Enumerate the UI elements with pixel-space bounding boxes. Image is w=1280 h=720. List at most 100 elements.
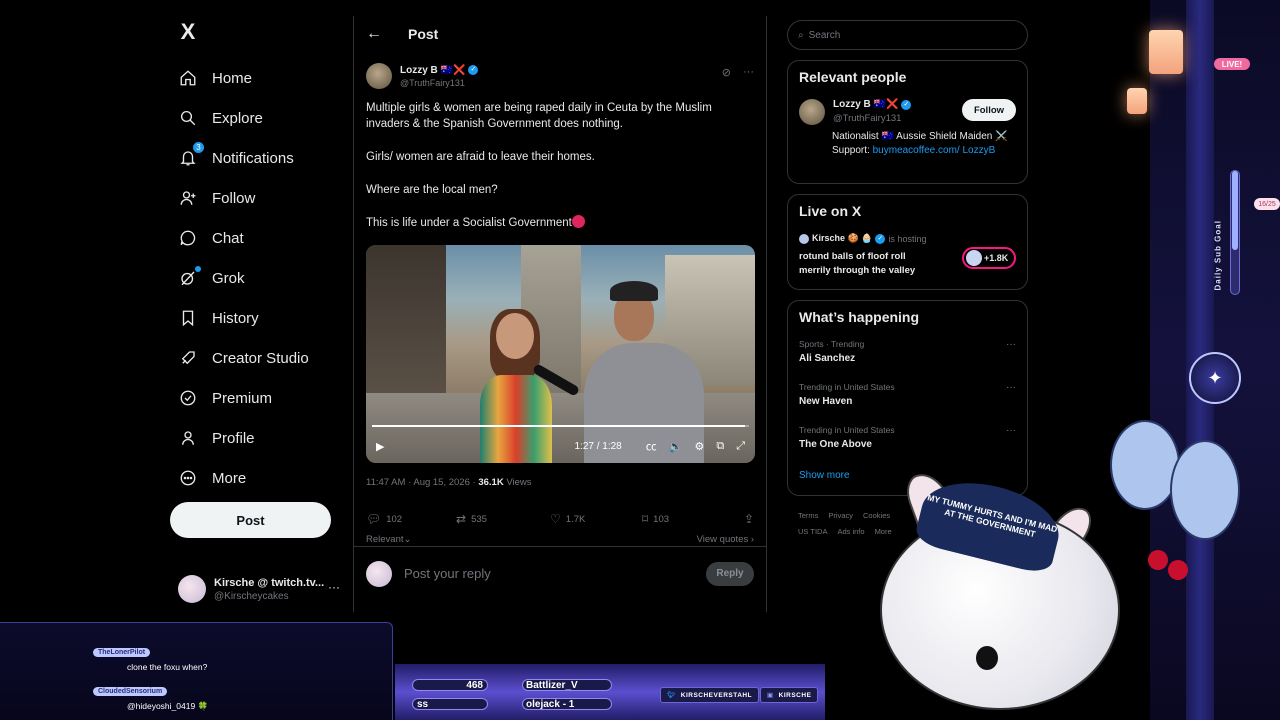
video-player[interactable]: ▶ 1:27 / 1:28 ㏄ 🔈 ⚙ ⧉ ⤢ <box>366 245 755 463</box>
nav-profile[interactable]: Profile <box>170 418 350 458</box>
more-icon[interactable]: ··· <box>328 580 340 594</box>
sub-goal-fill <box>1232 171 1238 250</box>
repost-button[interactable]: ⇄ 535 <box>456 512 550 526</box>
volume-icon[interactable]: 🔈 <box>669 440 683 453</box>
relevant-people-card: Relevant people Lozzy B 🇦🇺❌ ✓ @TruthFairy… <box>787 60 1028 184</box>
more-circle-icon <box>178 468 198 488</box>
more-icon[interactable]: ··· <box>1006 382 1016 393</box>
nav-profile-label: Profile <box>212 429 255 447</box>
footer-link[interactable]: Terms <box>798 511 818 520</box>
settings-icon[interactable]: ⚙ <box>694 440 704 453</box>
chat-username: CloudedSensorium <box>93 687 168 696</box>
tweet-paragraph: This is life under a Socialist Governmen… <box>366 217 572 229</box>
search-placeholder: Search <box>808 29 841 41</box>
follow-button[interactable]: Follow <box>962 99 1016 121</box>
reply-input[interactable]: Post your reply <box>404 566 491 581</box>
share-icon[interactable]: ⇪ <box>744 512 754 526</box>
video-progress-bar[interactable] <box>372 425 749 427</box>
reply-submit-button[interactable]: Reply <box>706 561 754 586</box>
avatar <box>178 575 206 603</box>
play-icon[interactable]: ▶ <box>376 440 384 453</box>
cherry-icon <box>1168 560 1188 580</box>
author-handle[interactable]: @TruthFairy131 <box>400 78 478 88</box>
tweet-text: Multiple girls & women are being raped d… <box>366 100 754 231</box>
tweet-author: Lozzy B 🇦🇺❌ ✓ @TruthFairy131 ⊘ ··· <box>366 60 754 92</box>
live-hosting-label: is hosting <box>888 233 927 244</box>
views-label: Views <box>503 477 532 488</box>
bookmark-button[interactable]: ⌑ 103 <box>642 512 732 526</box>
sub-goal-count: 16/25 <box>1254 198 1280 210</box>
more-icon[interactable]: ··· <box>743 66 754 79</box>
x-logo-icon[interactable]: X <box>170 14 206 50</box>
nav-history-label: History <box>212 309 259 327</box>
footer-link[interactable]: Ads info <box>837 527 864 536</box>
twitter-bird-icon: 🐦︎ <box>667 692 676 699</box>
listener-count: +1.8K <box>984 253 1009 263</box>
reply-button[interactable]: 💬︎ 102 <box>366 512 456 526</box>
back-arrow-icon[interactable]: ← <box>366 25 382 43</box>
chevron-down-icon: ⌄ <box>403 534 412 545</box>
video-time: 1:27 / 1:28 <box>574 440 622 452</box>
views-count: 36.1K <box>478 477 504 488</box>
account-name: Kirsche @ twitch.tv... <box>214 576 325 589</box>
nav-explore[interactable]: Explore <box>170 98 350 138</box>
person-avatar[interactable] <box>799 99 825 125</box>
tweet-top-actions: ⊘ ··· <box>722 66 754 79</box>
author-avatar[interactable] <box>366 63 392 89</box>
sort-dropdown[interactable]: Relevant <box>366 534 404 545</box>
nav-creator-studio[interactable]: Creator Studio <box>170 338 350 378</box>
person-row[interactable]: Lozzy B 🇦🇺❌ ✓ @TruthFairy131 Follow <box>799 99 1016 125</box>
overlay-stat: Battlizer_V <box>522 679 612 691</box>
tweet-timestamp[interactable]: 11:47 AM · Aug 15, 2026 · <box>366 477 478 488</box>
vtuber-mascot: MY TUMMY HURTS AND I'M MAD AT THE GOVERN… <box>880 420 1240 720</box>
trend-name: New Haven <box>799 396 853 407</box>
nav-home[interactable]: Home <box>170 58 350 98</box>
post-button[interactable]: Post <box>170 502 331 538</box>
home-icon <box>178 68 198 88</box>
person-name[interactable]: Lozzy B 🇦🇺❌ <box>833 99 898 110</box>
person-plus-icon <box>178 188 198 208</box>
nav-notifications[interactable]: 3 Notifications <box>170 138 350 178</box>
nav-explore-label: Explore <box>212 109 263 127</box>
nav-history[interactable]: History <box>170 298 350 338</box>
host-avatar <box>799 233 809 244</box>
nav-more[interactable]: More <box>170 458 350 498</box>
trend-item[interactable]: Trending in United States New Haven ··· <box>799 382 1016 411</box>
author-name[interactable]: Lozzy B 🇦🇺❌ <box>400 65 465 76</box>
nav-creator-studio-label: Creator Studio <box>212 349 309 367</box>
grok-icon[interactable]: ⊘ <box>722 66 731 79</box>
show-more-link[interactable]: Show more <box>799 470 1016 481</box>
captions-icon[interactable]: ㏄ <box>646 438 657 454</box>
chat-username: TheLonerPilot <box>93 648 151 657</box>
footer-link[interactable]: Privacy <box>828 511 853 520</box>
more-icon[interactable]: ··· <box>1006 425 1016 436</box>
nav-grok[interactable]: Grok <box>170 258 350 298</box>
account-switcher[interactable]: Kirsche @ twitch.tv... @Kirscheycakes ··… <box>178 572 348 606</box>
search-icon: ⌕ <box>798 29 804 41</box>
trend-item[interactable]: Sports · Trending Ali Sanchez ··· <box>799 339 1016 368</box>
tweet-paragraph: Multiple girls & women are being raped d… <box>366 102 712 130</box>
card-title: What’s happening <box>799 309 920 325</box>
reply-composer: Post your reply Reply <box>354 546 766 600</box>
video-controls: ▶ 1:27 / 1:28 ㏄ 🔈 ⚙ ⧉ ⤢ <box>366 429 755 463</box>
like-button[interactable]: ♡ 1.7K <box>550 512 642 526</box>
person-bio-link[interactable]: buymeacoffee.com/ LozzyB <box>873 145 996 156</box>
bell-icon: 3 <box>178 142 204 168</box>
sub-goal-meter <box>1230 170 1240 295</box>
fullscreen-icon[interactable]: ⤢ <box>736 440 745 453</box>
search-input[interactable]: ⌕ Search <box>787 20 1028 50</box>
nav-chat[interactable]: Chat <box>170 218 350 258</box>
live-listeners-pill[interactable]: +1.8K <box>962 247 1016 269</box>
nav-notifications-label: Notifications <box>212 149 294 167</box>
lantern-decoration <box>1127 88 1147 114</box>
repost-count: 535 <box>471 513 487 525</box>
nav-premium[interactable]: Premium <box>170 378 350 418</box>
nav-follow[interactable]: Follow <box>170 178 350 218</box>
pip-icon[interactable]: ⧉ <box>716 440 724 453</box>
footer-link[interactable]: US TIDA <box>798 527 827 536</box>
tweet-stats: 💬︎ 102 ⇄ 535 ♡ 1.7K ⌑ 103 ⇪ <box>366 504 754 534</box>
trend-item[interactable]: Trending in United States The One Above … <box>799 425 1016 454</box>
overlay-stat: olejack - 1 <box>522 698 612 710</box>
live-space-row[interactable]: Kirsche 🍪 🧁 ✓ is hosting rotund balls of f… <box>799 233 1016 277</box>
more-icon[interactable]: ··· <box>1006 339 1016 350</box>
